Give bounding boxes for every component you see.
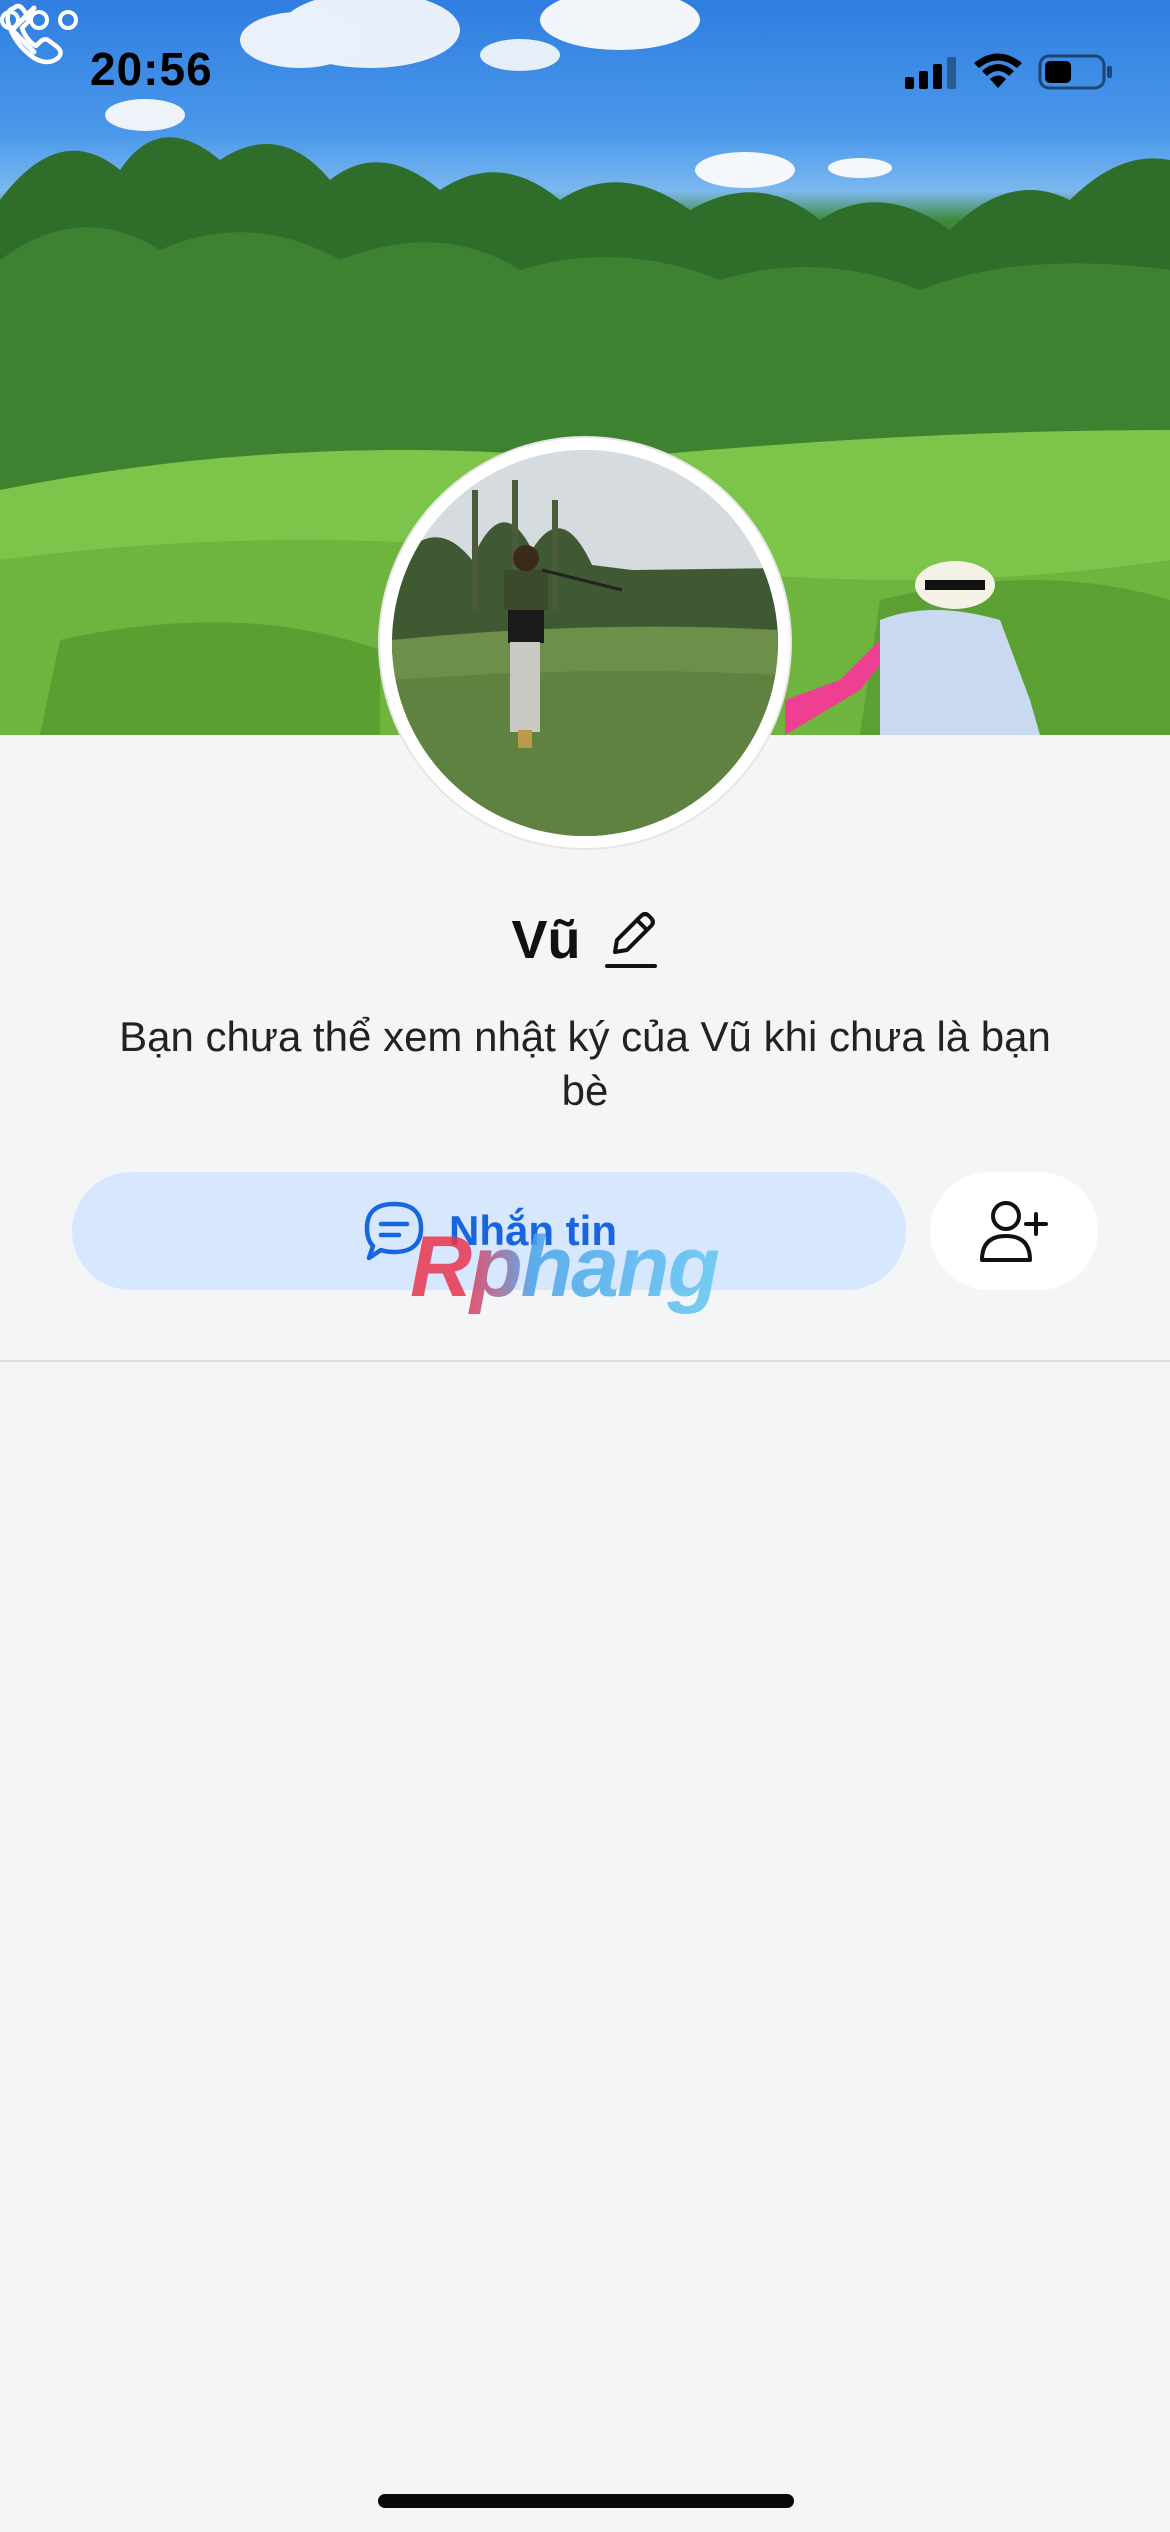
signal-icon xyxy=(905,57,956,89)
add-friend-icon xyxy=(980,1201,1048,1262)
wifi-icon xyxy=(974,53,1022,88)
watermark: Rphang xyxy=(410,1219,720,1315)
add-friend-button[interactable] xyxy=(930,1172,1098,1290)
status-time: 20:56 xyxy=(90,43,213,95)
profile-name-row: Vũ xyxy=(0,900,1170,980)
avatar-photo xyxy=(392,450,778,836)
battery-icon xyxy=(1038,54,1112,90)
pencil-icon[interactable] xyxy=(603,908,659,972)
home-indicator[interactable] xyxy=(378,2494,794,2508)
divider xyxy=(0,1360,1170,1362)
more-dots-icon[interactable] xyxy=(0,0,78,40)
profile-name: Vũ xyxy=(511,910,581,970)
status-bar: 20:56 xyxy=(0,0,1170,140)
avatar[interactable] xyxy=(380,438,790,848)
friendship-notice: Bạn chưa thể xem nhật ký của Vũ khi chưa… xyxy=(119,1013,1051,1114)
